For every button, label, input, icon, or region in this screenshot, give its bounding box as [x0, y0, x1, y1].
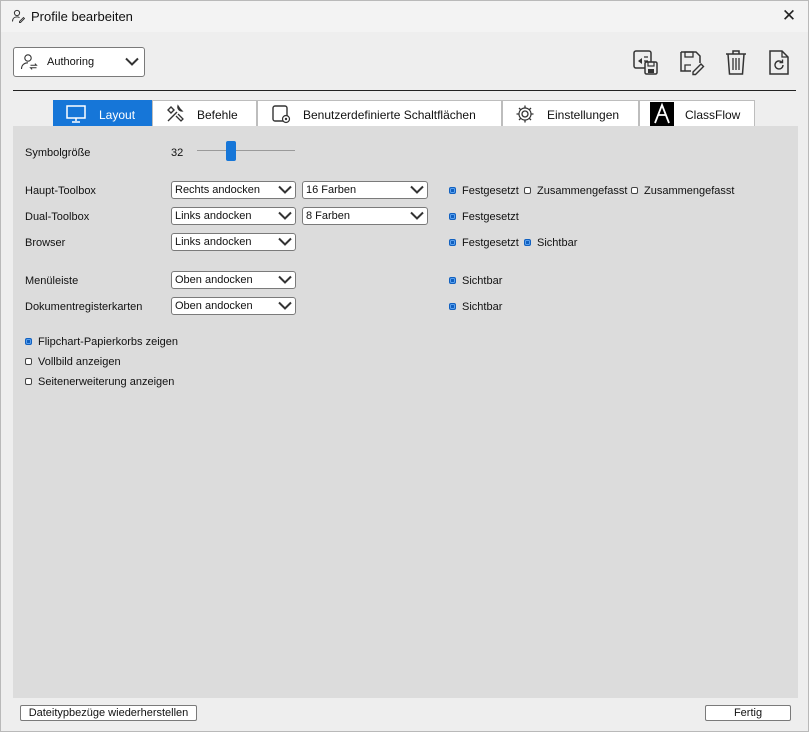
tab-classflow[interactable]: ClassFlow: [639, 100, 755, 126]
window-title: Profile bearbeiten: [31, 9, 133, 24]
title-bar: Profile bearbeiten ✕: [1, 1, 808, 32]
symbol-size-value: 32: [171, 147, 184, 159]
tab-label: Befehle: [197, 108, 238, 122]
dual-toolbox-fixed-checkbox[interactable]: [449, 213, 456, 220]
tab-layout[interactable]: Layout: [53, 100, 152, 126]
fullscreen-checkbox[interactable]: [25, 358, 32, 365]
profile-dialog: Profile bearbeiten ✕ Authoring Layout Be…: [0, 0, 809, 732]
custom-buttons-icon: [272, 105, 291, 124]
done-button[interactable]: Fertig: [705, 705, 791, 721]
main-toolbox-colors-select[interactable]: 16 Farben: [302, 181, 428, 199]
reset-icon[interactable]: [765, 48, 793, 76]
chevron-down-icon: [278, 301, 292, 310]
fullscreen-label: Vollbild anzeigen: [38, 356, 121, 368]
page-extension-label: Seitenerweiterung anzeigen: [38, 376, 175, 388]
chevron-down-icon: [410, 185, 424, 194]
main-toolbox-fixed-label: Festgesetzt: [462, 185, 519, 197]
restore-file-associations-button[interactable]: Dateitypbezüge wiederherstellen: [20, 705, 197, 721]
document-tabs-visible-checkbox[interactable]: [449, 303, 456, 310]
dual-toolbox-dock-select[interactable]: Links andocken: [171, 207, 296, 225]
main-toolbox-collapsed-label: Zusammengefasst: [537, 185, 628, 197]
chevron-down-icon: [278, 237, 292, 246]
main-toolbox-collapsed-radio-2[interactable]: [631, 187, 638, 194]
browser-dock-select[interactable]: Links andocken: [171, 233, 296, 251]
classflow-logo-icon: [650, 102, 674, 126]
symbol-size-label: Symbolgröße: [25, 147, 91, 159]
select-value: Oben andocken: [175, 300, 253, 312]
chevron-down-icon: [278, 275, 292, 284]
menubar-dock-select[interactable]: Oben andocken: [171, 271, 296, 289]
tools-icon: [167, 104, 184, 122]
flipchart-trash-label: Flipchart-Papierkorbs zeigen: [38, 336, 179, 348]
select-value: Oben andocken: [175, 274, 253, 286]
chevron-down-icon: [125, 57, 139, 66]
symbol-size-slider-thumb[interactable]: [226, 141, 236, 161]
flipchart-trash-checkbox[interactable]: [25, 338, 32, 345]
document-tabs-label: Dokumentregisterkarten: [25, 301, 143, 313]
browser-visible-label: Sichtbar: [537, 237, 578, 249]
dual-toolbox-colors-select[interactable]: 8 Farben: [302, 207, 428, 225]
main-toolbox-collapsed-label-2: Zusammengefasst: [644, 185, 735, 197]
browser-label: Browser: [25, 237, 66, 249]
main-toolbox-label: Haupt-Toolbox: [25, 185, 96, 197]
chevron-down-icon: [410, 211, 424, 220]
close-button[interactable]: ✕: [778, 6, 800, 26]
main-toolbox-collapsed-radio[interactable]: [524, 187, 531, 194]
save-to-device-icon[interactable]: [632, 48, 660, 76]
profile-edit-icon: [12, 9, 25, 23]
edit-save-icon[interactable]: [678, 48, 706, 76]
divider: [13, 90, 796, 91]
main-toolbox-fixed-radio[interactable]: [449, 187, 456, 194]
tab-label: Benutzerdefinierte Schaltflächen: [303, 108, 476, 122]
page-extension-checkbox[interactable]: [25, 378, 32, 385]
tab-label: Einstellungen: [547, 108, 620, 122]
gear-icon: [516, 105, 534, 123]
chevron-down-icon: [278, 211, 292, 220]
dual-toolbox-label: Dual-Toolbox: [25, 211, 90, 223]
close-icon: ✕: [781, 6, 797, 25]
symbol-size-slider-track[interactable]: [197, 150, 295, 151]
profile-select[interactable]: Authoring: [13, 47, 145, 77]
monitor-icon: [66, 105, 86, 123]
main-toolbox-dock-select[interactable]: Rechts andocken: [171, 181, 296, 199]
user-switch-icon: [20, 54, 38, 70]
document-tabs-dock-select[interactable]: Oben andocken: [171, 297, 296, 315]
browser-visible-checkbox[interactable]: [524, 239, 531, 246]
menubar-visible-checkbox[interactable]: [449, 277, 456, 284]
select-value: 16 Farben: [306, 184, 357, 196]
document-tabs-visible-label: Sichtbar: [462, 301, 503, 313]
select-value: Rechts andocken: [175, 184, 260, 196]
select-value: Links andocken: [175, 236, 252, 248]
tab-label: Layout: [99, 108, 136, 122]
tab-settings[interactable]: Einstellungen: [502, 100, 639, 126]
browser-fixed-checkbox[interactable]: [449, 239, 456, 246]
select-value: 8 Farben: [306, 210, 351, 222]
menubar-label: Menüleiste: [25, 275, 79, 287]
menubar-visible-label: Sichtbar: [462, 275, 503, 287]
profile-select-value: Authoring: [47, 56, 95, 68]
trash-icon[interactable]: [722, 48, 750, 76]
tab-label: ClassFlow: [685, 108, 741, 122]
browser-fixed-label: Festgesetzt: [462, 237, 519, 249]
select-value: Links andocken: [175, 210, 252, 222]
tab-commands[interactable]: Befehle: [152, 100, 257, 126]
tab-custom-buttons[interactable]: Benutzerdefinierte Schaltflächen: [257, 100, 502, 126]
chevron-down-icon: [278, 185, 292, 194]
dual-toolbox-fixed-label: Festgesetzt: [462, 211, 519, 223]
